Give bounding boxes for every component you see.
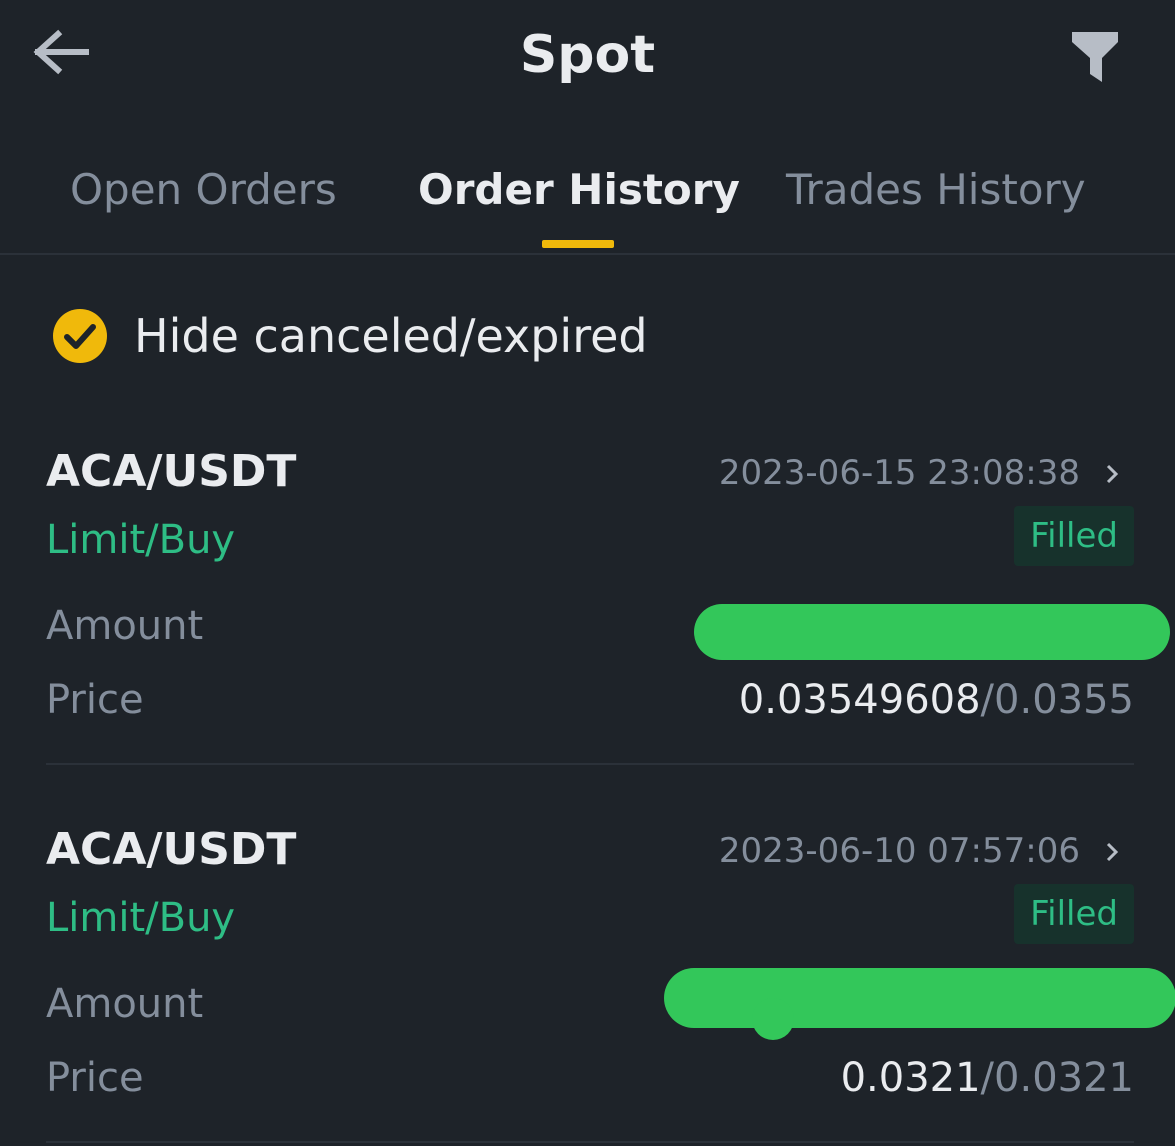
order-divider (46, 763, 1134, 765)
order-pair: ACA/USDT (46, 824, 297, 875)
status-badge: Filled (1014, 884, 1134, 944)
filter-icon (1072, 32, 1118, 82)
amount-label: Amount (46, 603, 204, 649)
price-value: 0.03549608/0.0355 (739, 674, 1134, 726)
checkbox-checked-icon (52, 308, 108, 364)
price-label: Price (46, 677, 144, 723)
tabs-divider (0, 253, 1175, 255)
price-limit: 0.0321 (994, 1055, 1134, 1101)
price-separator: / (980, 677, 995, 723)
order-item[interactable]: ACA/USDT 2023-06-10 07:57:06 Limit/Buy F… (46, 818, 1175, 1138)
price-value: 0.0321/0.0321 (841, 1052, 1134, 1104)
status-badge: Filled (1014, 506, 1134, 566)
order-divider (46, 1141, 1134, 1143)
chevron-right-icon[interactable] (1098, 454, 1128, 494)
order-tabs: Open Orders Order History Trades History (0, 140, 1175, 252)
tab-order-history[interactable]: Order History (418, 162, 740, 218)
spot-orders-screen: Spot Open Orders Order History Trades Hi… (0, 0, 1175, 1146)
hide-canceled-label: Hide canceled/expired (134, 309, 648, 363)
active-tab-indicator (542, 240, 614, 248)
chevron-right-icon[interactable] (1098, 832, 1128, 872)
price-average: 0.0321 (840, 1055, 981, 1101)
price-average: 0.03549608 (738, 677, 981, 723)
order-pair: ACA/USDT (46, 446, 297, 497)
order-side: Limit/Buy (46, 895, 236, 941)
price-separator: / (980, 1055, 995, 1101)
redaction-mark (752, 998, 794, 1040)
tab-trades-history[interactable]: Trades History (786, 162, 1086, 218)
filter-button[interactable] (1068, 28, 1122, 86)
order-item[interactable]: ACA/USDT 2023-06-15 23:08:38 Limit/Buy F… (46, 440, 1170, 760)
order-side: Limit/Buy (46, 517, 236, 563)
amount-label: Amount (46, 981, 204, 1027)
tab-open-orders[interactable]: Open Orders (70, 162, 337, 218)
price-label: Price (46, 1055, 144, 1101)
top-bar: Spot (0, 0, 1175, 115)
redaction-mark (694, 604, 1170, 660)
price-limit: 0.0355 (994, 677, 1134, 723)
order-datetime: 2023-06-10 07:57:06 (718, 831, 1080, 871)
hide-canceled-checkbox[interactable]: Hide canceled/expired (52, 305, 752, 369)
redaction-mark (664, 968, 1175, 1028)
page-title: Spot (519, 25, 656, 85)
order-datetime: 2023-06-15 23:08:38 (718, 453, 1080, 493)
